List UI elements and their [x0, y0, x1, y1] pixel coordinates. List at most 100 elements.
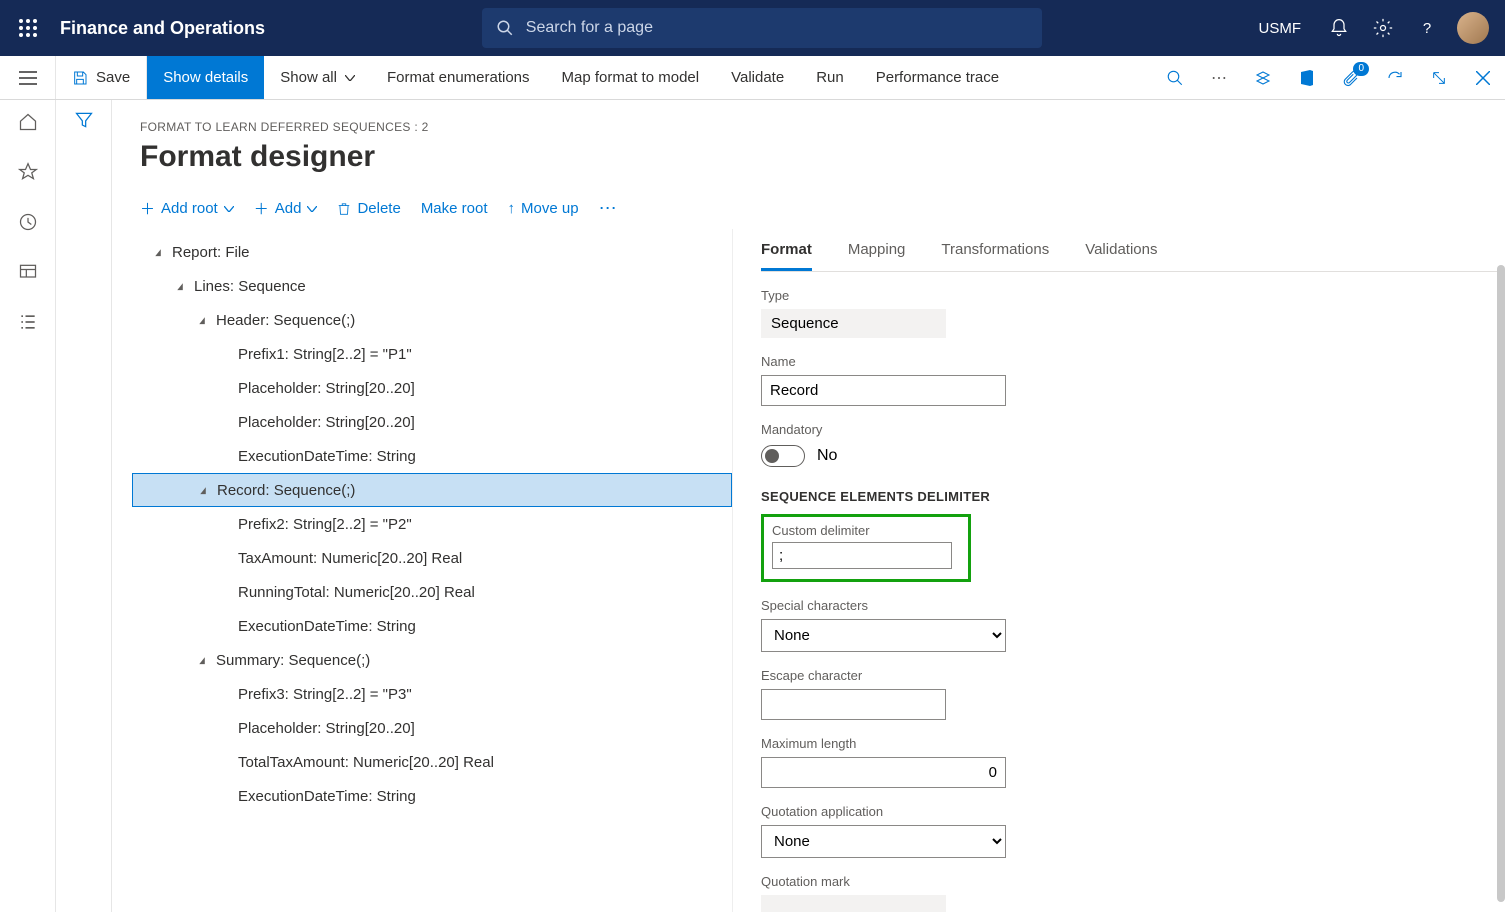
tree-node-label: Prefix2: String[2..2] = "P2": [238, 516, 412, 533]
name-input[interactable]: [761, 375, 1006, 406]
tree-node[interactable]: ExecutionDateTime: String: [132, 609, 732, 643]
left-rail: [0, 100, 56, 912]
tree-expand-icon[interactable]: ◢: [197, 485, 210, 496]
overflow-icon[interactable]: ⋯: [1197, 56, 1241, 100]
attachment-badge: 0: [1353, 62, 1369, 76]
tree-node[interactable]: ◢ Lines: Sequence: [132, 269, 732, 303]
add-root-button[interactable]: ＋ Add root: [140, 198, 234, 219]
recent-icon[interactable]: [16, 210, 40, 234]
escape-character-input[interactable]: [761, 689, 946, 720]
special-characters-select[interactable]: None: [761, 619, 1006, 652]
tree-node-label: Lines: Sequence: [194, 278, 306, 295]
maximum-length-input[interactable]: [761, 757, 1006, 788]
refresh-icon[interactable]: [1373, 56, 1417, 100]
attachments-icon[interactable]: 0: [1329, 56, 1373, 100]
tree-node[interactable]: Placeholder: String[20..20]: [132, 371, 732, 405]
tab-transformations[interactable]: Transformations: [941, 231, 1049, 271]
tree-node[interactable]: Prefix1: String[2..2] = "P1": [132, 337, 732, 371]
workspaces-icon[interactable]: [16, 260, 40, 284]
modules-icon[interactable]: [16, 310, 40, 334]
format-enumerations-button[interactable]: Format enumerations: [371, 56, 546, 99]
home-icon[interactable]: [16, 110, 40, 134]
tree-node[interactable]: ExecutionDateTime: String: [132, 439, 732, 473]
type-label: Type: [761, 288, 1505, 303]
save-icon: [72, 70, 88, 86]
make-root-button[interactable]: Make root: [421, 200, 488, 217]
show-all-label: Show all: [280, 69, 337, 86]
trash-icon: [337, 201, 351, 217]
tree-expand-icon[interactable]: ◢: [196, 315, 209, 326]
help-icon[interactable]: ?: [1405, 6, 1449, 50]
tree-node-label: Prefix1: String[2..2] = "P1": [238, 346, 412, 363]
filter-icon[interactable]: [74, 110, 94, 912]
arrow-up-icon: ↑: [508, 200, 516, 217]
notifications-icon[interactable]: [1317, 6, 1361, 50]
search-input[interactable]: [526, 19, 1028, 37]
settings-icon[interactable]: [1361, 6, 1405, 50]
office-icon[interactable]: [1285, 56, 1329, 100]
save-button[interactable]: Save: [56, 56, 147, 99]
tree-node[interactable]: ◢ Summary: Sequence(;): [132, 643, 732, 677]
custom-delimiter-label: Custom delimiter: [772, 523, 960, 538]
show-details-button[interactable]: Show details: [147, 56, 264, 99]
quotation-mark-label: Quotation mark: [761, 874, 1505, 889]
tree-expand-icon[interactable]: ◢: [174, 281, 187, 292]
dataverse-icon[interactable]: [1241, 56, 1285, 100]
chevron-down-icon: [345, 75, 355, 81]
mandatory-field: Mandatory No: [761, 422, 1505, 467]
performance-trace-button[interactable]: Performance trace: [860, 56, 1015, 99]
properties-scrollbar[interactable]: [1497, 265, 1505, 902]
tree-node[interactable]: TaxAmount: Numeric[20..20] Real: [132, 541, 732, 575]
special-characters-field: Special characters None: [761, 598, 1505, 652]
tree-node-label: ExecutionDateTime: String: [238, 788, 416, 805]
tree-node[interactable]: ExecutionDateTime: String: [132, 779, 732, 813]
tree-overflow-icon[interactable]: ⋯: [599, 198, 619, 219]
tree-node-label: Summary: Sequence(;): [216, 652, 370, 669]
tree-expand-icon[interactable]: ◢: [196, 655, 209, 666]
tree-node[interactable]: Prefix2: String[2..2] = "P2": [132, 507, 732, 541]
tree-node[interactable]: Prefix3: String[2..2] = "P3": [132, 677, 732, 711]
user-avatar[interactable]: [1457, 12, 1489, 44]
tree-node-label: Placeholder: String[20..20]: [238, 380, 415, 397]
global-search[interactable]: [482, 8, 1042, 48]
map-format-to-model-button[interactable]: Map format to model: [546, 56, 716, 99]
favorites-icon[interactable]: [16, 160, 40, 184]
custom-delimiter-highlight: Custom delimiter: [761, 514, 971, 582]
tab-validations[interactable]: Validations: [1085, 231, 1157, 271]
move-up-button[interactable]: ↑ Move up: [508, 200, 579, 217]
mandatory-toggle[interactable]: [761, 445, 805, 467]
search-page-icon[interactable]: [1153, 56, 1197, 100]
close-icon[interactable]: [1461, 56, 1505, 100]
add-button[interactable]: ＋ Add: [254, 198, 318, 219]
tree-node-label: TotalTaxAmount: Numeric[20..20] Real: [238, 754, 494, 771]
tree-expand-icon[interactable]: ◢: [152, 247, 165, 258]
hamburger-icon[interactable]: [0, 56, 56, 99]
main-content: FORMAT TO LEARN DEFERRED SEQUENCES : 2 F…: [112, 100, 1505, 912]
tab-mapping[interactable]: Mapping: [848, 231, 906, 271]
tree-node[interactable]: RunningTotal: Numeric[20..20] Real: [132, 575, 732, 609]
tree-node[interactable]: ◢Record: Sequence(;): [132, 473, 732, 507]
tree-node[interactable]: Placeholder: String[20..20]: [132, 405, 732, 439]
tree-node[interactable]: ◢Header: Sequence(;): [132, 303, 732, 337]
tab-format[interactable]: Format: [761, 231, 812, 271]
show-all-button[interactable]: Show all: [264, 56, 371, 99]
special-characters-label: Special characters: [761, 598, 1505, 613]
quotation-mark-input[interactable]: [761, 895, 946, 912]
popout-icon[interactable]: [1417, 56, 1461, 100]
quotation-application-label: Quotation application: [761, 804, 1505, 819]
validate-button[interactable]: Validate: [715, 56, 800, 99]
command-bar: Save Show details Show all Format enumer…: [0, 56, 1505, 100]
delete-button[interactable]: Delete: [337, 200, 400, 217]
tree-node[interactable]: TotalTaxAmount: Numeric[20..20] Real: [132, 745, 732, 779]
company-selector[interactable]: USMF: [1259, 20, 1302, 37]
tree-node-label: Report: File: [172, 244, 250, 261]
app-launcher-icon[interactable]: [8, 8, 48, 48]
delimiter-section-header: SEQUENCE ELEMENTS DELIMITER: [761, 489, 1505, 504]
svg-text:?: ?: [1423, 20, 1431, 37]
tree-node[interactable]: ◢ Report: File: [132, 235, 732, 269]
tree-node-label: ExecutionDateTime: String: [238, 448, 416, 465]
run-button[interactable]: Run: [800, 56, 860, 99]
tree-node[interactable]: Placeholder: String[20..20]: [132, 711, 732, 745]
quotation-application-select[interactable]: None: [761, 825, 1006, 858]
custom-delimiter-input[interactable]: [772, 542, 952, 569]
